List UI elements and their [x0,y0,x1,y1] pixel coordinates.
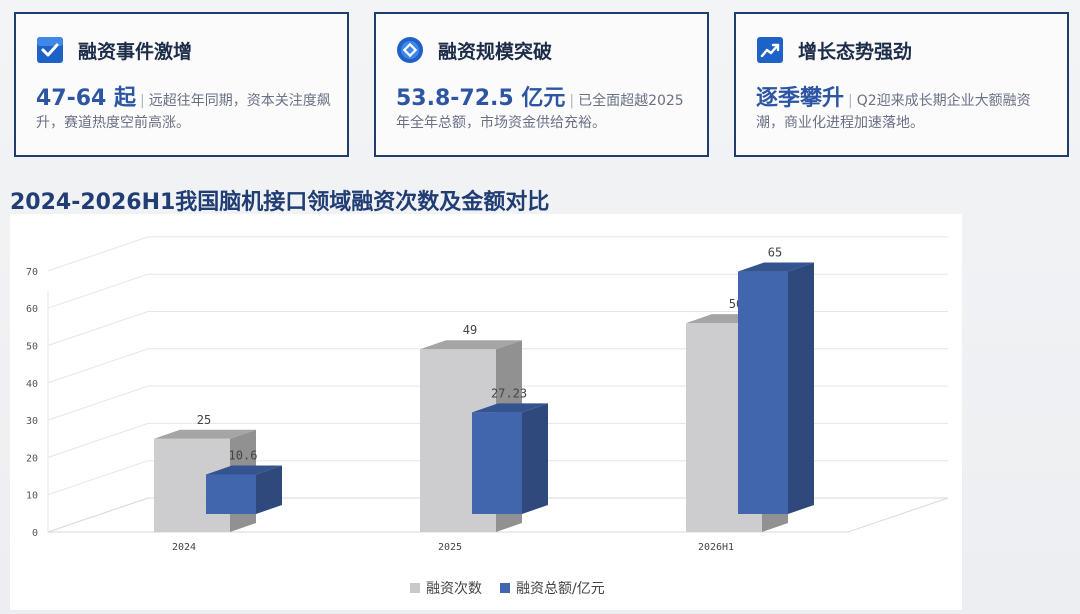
card-separator: | [569,93,575,109]
y-tick-label: 0 [32,528,38,539]
target-icon [397,37,423,63]
bar-front [206,474,256,514]
card-body: 53.8-72.5 亿元 | 已全面超越2025年全年总额，市场资金供给充裕。 [396,88,691,134]
card-highlight: 53.8-72.5 亿元 [396,86,566,111]
y-tick-label: 10 [26,491,38,502]
data-label: 25 [197,413,211,427]
card-title: 增长态势强劲 [798,40,913,63]
card-body: 逐季攀升 | Q2迎来成长期企业大额融资潮，商业化进程加速落地。 [756,88,1051,134]
data-label: 27.23 [491,386,527,400]
y-tick-label: 60 [26,304,38,315]
summary-card-trend: 增长态势强劲 逐季攀升 | Q2迎来成长期企业大额融资潮，商业化进程加速落地。 [734,12,1069,157]
card-body: 47-64 起 | 远超往年同期，资本关注度飙升，赛道热度空前高涨。 [36,88,331,134]
y-tick-label: 50 [26,342,38,353]
card-highlight: 47-64 起 [36,86,137,111]
x-tick-label: 2024 [172,542,196,553]
y-tick-label: 20 [26,453,38,464]
bar-front [472,412,522,514]
bar-front [738,271,788,514]
bar-side [788,262,814,514]
x-tick-label: 2025 [438,542,462,553]
chart-panel: 0 10 20 30 40 50 60 70 2024 2025 2026H1 25 49 56 10.6 2… [10,214,962,610]
bar-side [522,403,548,514]
legend-label: 融资总额/亿元 [516,581,605,597]
legend-swatch [500,583,510,593]
data-label: 10.6 [229,448,258,462]
checkbox-icon [37,37,63,63]
card-separator: | [140,93,145,109]
legend-swatch [410,583,420,593]
x-tick-label: 2026H1 [698,542,734,553]
bar-chart-3d: 0102030405060702024 2025 2026H125495610.62… [26,236,949,597]
y-tick-label: 30 [26,416,38,427]
data-label: 49 [463,323,477,337]
chart-title: 2024-2026H1我国脑机接口领域融资次数及金额对比 [10,190,550,215]
card-title: 融资规模突破 [438,40,553,63]
card-separator: | [848,93,853,109]
trend-up-icon [757,37,783,63]
card-highlight: 逐季攀升 [756,86,845,111]
legend-label: 融资次数 [426,581,482,597]
card-title: 融资事件激增 [78,40,193,63]
summary-card-events: 融资事件激增 47-64 起 | 远超往年同期，资本关注度飙升，赛道热度空前高涨。 [14,12,349,157]
y-tick-label: 40 [26,379,38,390]
y-tick-label: 70 [26,267,38,278]
data-label: 65 [768,246,782,260]
summary-card-scale: 融资规模突破 53.8-72.5 亿元 | 已全面超越2025年全年总额，市场资金供… [374,12,709,157]
